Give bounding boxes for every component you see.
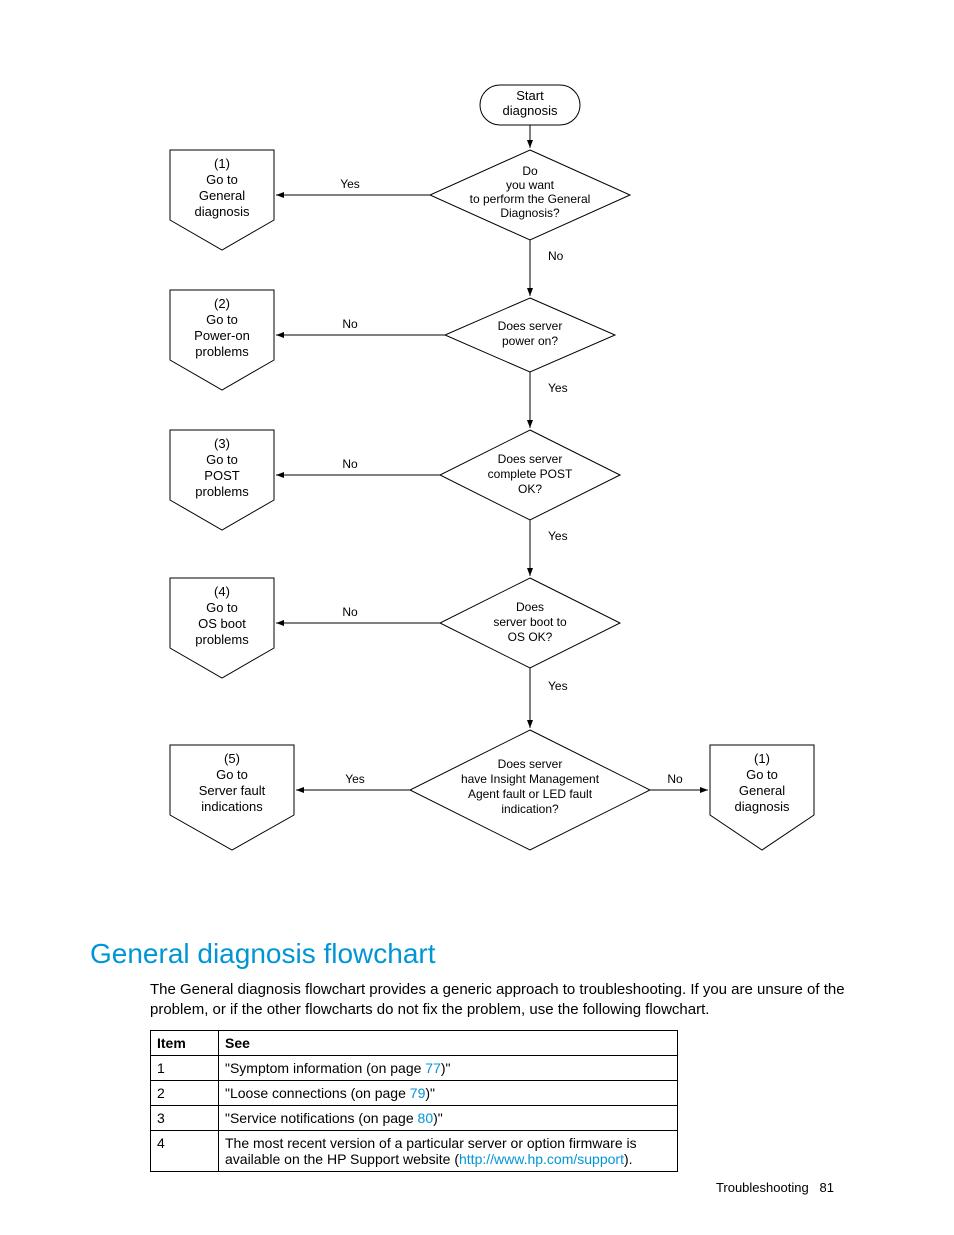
svg-text:Go to: Go to [746, 767, 778, 782]
svg-text:problems: problems [195, 344, 249, 359]
svg-text:problems: problems [195, 632, 249, 647]
svg-text:Go to: Go to [206, 312, 238, 327]
page-link[interactable]: 79 [410, 1085, 426, 1101]
start-label-2: diagnosis [503, 103, 558, 118]
start-label-1: Start [516, 88, 544, 103]
svg-text:Go to: Go to [206, 172, 238, 187]
table-cell-see: "Loose connections (on page 79)" [219, 1081, 678, 1106]
table-cell-item: 1 [151, 1056, 219, 1081]
svg-text:Yes: Yes [548, 679, 568, 693]
offpage-general-diagnosis-right: (1) Go to General diagnosis [710, 745, 814, 850]
svg-text:diagnosis: diagnosis [735, 799, 790, 814]
offpage-os-boot: (4) Go to OS boot problems [170, 578, 274, 678]
svg-text:(1): (1) [754, 751, 770, 766]
svg-text:Go to: Go to [206, 600, 238, 615]
svg-text:server boot to: server boot to [493, 615, 567, 629]
svg-text:OK?: OK? [518, 482, 542, 496]
svg-text:Does server: Does server [498, 319, 563, 333]
svg-text:OS boot: OS boot [198, 616, 246, 631]
table-header-row: Item See [151, 1031, 678, 1056]
svg-text:General: General [199, 188, 245, 203]
svg-text:No: No [667, 772, 683, 786]
table-cell-see: "Symptom information (on page 77)" [219, 1056, 678, 1081]
svg-text:problems: problems [195, 484, 249, 499]
url-link[interactable]: http://www.hp.com/support [459, 1151, 624, 1167]
footer-section: Troubleshooting [716, 1180, 809, 1195]
svg-text:POST: POST [204, 468, 239, 483]
svg-text:have Insight Management: have Insight Management [461, 772, 600, 786]
svg-text:diagnosis: diagnosis [195, 204, 250, 219]
table-row: 1 "Symptom information (on page 77)" [151, 1056, 678, 1081]
page-footer: Troubleshooting 81 [716, 1180, 834, 1195]
offpage-general-diagnosis: (1) Go to General diagnosis [170, 150, 274, 250]
table-cell-item: 3 [151, 1106, 219, 1131]
svg-text:Go to: Go to [206, 452, 238, 467]
section-body: The General diagnosis flowchart provides… [150, 980, 870, 1021]
page-link[interactable]: 80 [418, 1110, 434, 1126]
table-cell-item: 2 [151, 1081, 219, 1106]
offpage-server-fault: (5) Go to Server fault indications [170, 745, 294, 850]
svg-text:Go to: Go to [216, 767, 248, 782]
svg-text:Agent fault or LED fault: Agent fault or LED fault [468, 787, 593, 801]
table-cell-see: "Service notifications (on page 80)" [219, 1106, 678, 1131]
svg-text:(2): (2) [214, 296, 230, 311]
table-header-item: Item [151, 1031, 219, 1056]
table-cell-see: The most recent version of a particular … [219, 1131, 678, 1172]
svg-text:Does server: Does server [498, 757, 563, 771]
svg-text:Does server: Does server [498, 452, 563, 466]
svg-text:indication?: indication? [501, 802, 559, 816]
svg-text:(4): (4) [214, 584, 230, 599]
reference-table: Item See 1 "Symptom information (on page… [150, 1030, 678, 1172]
table-row: 3 "Service notifications (on page 80)" [151, 1106, 678, 1131]
footer-page-number: 81 [820, 1180, 834, 1195]
svg-text:No: No [548, 249, 564, 263]
svg-text:Yes: Yes [548, 529, 568, 543]
svg-text:indications: indications [201, 799, 263, 814]
svg-text:General: General [739, 783, 785, 798]
svg-text:(1): (1) [214, 156, 230, 171]
offpage-power-on: (2) Go to Power-on problems [170, 290, 274, 390]
svg-text:No: No [342, 317, 358, 331]
offpage-post: (3) Go to POST problems [170, 430, 274, 530]
svg-text:No: No [342, 605, 358, 619]
svg-text:OS OK?: OS OK? [508, 630, 553, 644]
svg-text:Yes: Yes [548, 381, 568, 395]
flowchart-svg: Start diagnosis Do you want to perform t… [0, 0, 954, 930]
svg-text:power on?: power on? [502, 334, 558, 348]
svg-text:Server fault: Server fault [199, 783, 266, 798]
svg-text:Yes: Yes [345, 772, 365, 786]
svg-text:you want: you want [506, 178, 555, 192]
svg-text:Power-on: Power-on [194, 328, 250, 343]
page-link[interactable]: 77 [425, 1060, 441, 1076]
svg-text:Yes: Yes [340, 177, 360, 191]
table-cell-item: 4 [151, 1131, 219, 1172]
section-heading: General diagnosis flowchart [90, 938, 436, 970]
svg-text:complete POST: complete POST [488, 467, 573, 481]
svg-text:(3): (3) [214, 436, 230, 451]
table-header-see: See [219, 1031, 678, 1056]
svg-text:No: No [342, 457, 358, 471]
svg-text:to perform the General: to perform the General [470, 192, 591, 206]
svg-text:Does: Does [516, 600, 544, 614]
table-row: 2 "Loose connections (on page 79)" [151, 1081, 678, 1106]
svg-text:Diagnosis?: Diagnosis? [500, 206, 560, 220]
svg-text:Do: Do [522, 164, 538, 178]
svg-text:(5): (5) [224, 751, 240, 766]
table-row: 4 The most recent version of a particula… [151, 1131, 678, 1172]
